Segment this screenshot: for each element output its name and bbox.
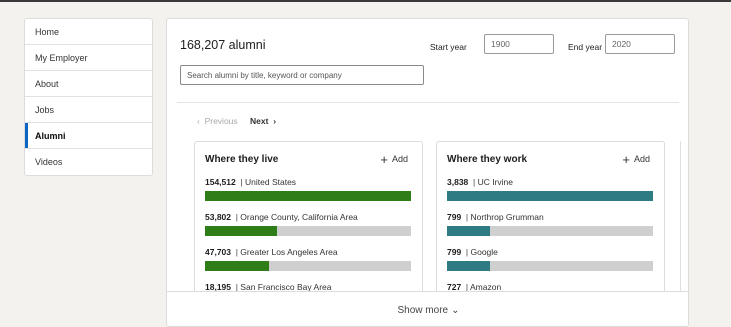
progress-bar <box>205 191 411 201</box>
progress-fill <box>447 261 491 271</box>
plus-icon: + <box>622 152 630 167</box>
row-label: United States <box>245 177 297 187</box>
row-count: 154,512 <box>205 177 236 187</box>
chevron-left-icon: ‹ <box>197 116 200 126</box>
progress-fill <box>205 191 411 201</box>
progress-bar <box>447 191 653 201</box>
progress-fill <box>205 226 278 236</box>
add-label: Add <box>633 154 650 164</box>
row-count: 799 <box>447 247 462 257</box>
list-item[interactable]: 53,802 | Orange County, California Area <box>205 212 411 236</box>
pager: ‹ Previous Next › <box>197 116 276 126</box>
progress-fill <box>447 226 491 236</box>
add-button[interactable]: + Add <box>622 152 650 167</box>
add-label: Add <box>391 154 408 164</box>
previous-label: Previous <box>204 116 238 126</box>
row-label: Northrop Grumman <box>470 212 544 222</box>
top-border <box>0 0 731 2</box>
plus-icon: + <box>380 152 388 167</box>
add-button[interactable]: + Add <box>380 152 408 167</box>
end-year-label: End year <box>568 42 603 52</box>
row-label: UC Irvine <box>477 177 514 187</box>
divider <box>177 102 679 103</box>
row-label: Orange County, California Area <box>240 212 358 222</box>
chevron-right-icon: › <box>273 116 277 126</box>
row-label: Greater Los Angeles Area <box>240 247 338 257</box>
sidebar-nav: Home My Employer About Jobs Alumni Video… <box>24 18 153 176</box>
list-item[interactable]: 799 | Google <box>447 247 653 271</box>
list-item[interactable]: 47,703 | Greater Los Angeles Area <box>205 247 411 271</box>
search-input[interactable]: Search alumni by title, keyword or compa… <box>180 65 424 85</box>
next-label: Next <box>250 116 269 126</box>
row-count: 47,703 <box>205 247 231 257</box>
card-title: Where they work <box>447 154 528 165</box>
end-year-input[interactable]: 2020 <box>605 34 675 54</box>
sidebar-item-my-employer[interactable]: My Employer <box>25 45 152 71</box>
chevron-down-icon: ⌄ <box>451 305 460 316</box>
progress-bar <box>205 261 411 271</box>
progress-fill <box>447 191 653 201</box>
start-year-label: Start year <box>430 42 467 52</box>
row-count: 799 <box>447 212 462 222</box>
start-year-input[interactable]: 1900 <box>484 34 554 54</box>
progress-bar <box>447 261 653 271</box>
list-item[interactable]: 3,838 | UC Irvine <box>447 177 653 201</box>
row-label: Google <box>470 247 498 257</box>
sidebar-item-jobs[interactable]: Jobs <box>25 97 152 123</box>
previous-button[interactable]: ‹ Previous <box>197 116 238 126</box>
list-item[interactable]: 799 | Northrop Grumman <box>447 212 653 236</box>
card-title: Where they live <box>205 154 279 165</box>
row-count: 53,802 <box>205 212 231 222</box>
progress-bar <box>447 226 653 236</box>
next-card-edge <box>680 141 681 291</box>
alumni-count: 168,207 alumni <box>180 38 266 52</box>
show-more-label: Show more <box>397 305 449 316</box>
next-button[interactable]: Next › <box>250 116 276 126</box>
progress-bar <box>205 226 411 236</box>
row-count: 3,838 <box>447 177 469 187</box>
alumni-panel: 168,207 alumni Start year 1900 End year … <box>166 18 689 327</box>
sidebar-item-alumni[interactable]: Alumni <box>25 123 152 149</box>
list-item[interactable]: 154,512 | United States <box>205 177 411 201</box>
show-more-button[interactable]: Show more ⌄ <box>167 291 688 326</box>
sidebar-item-videos[interactable]: Videos <box>25 149 152 175</box>
sidebar-item-about[interactable]: About <box>25 71 152 97</box>
progress-fill <box>205 261 269 271</box>
sidebar-item-home[interactable]: Home <box>25 19 152 45</box>
